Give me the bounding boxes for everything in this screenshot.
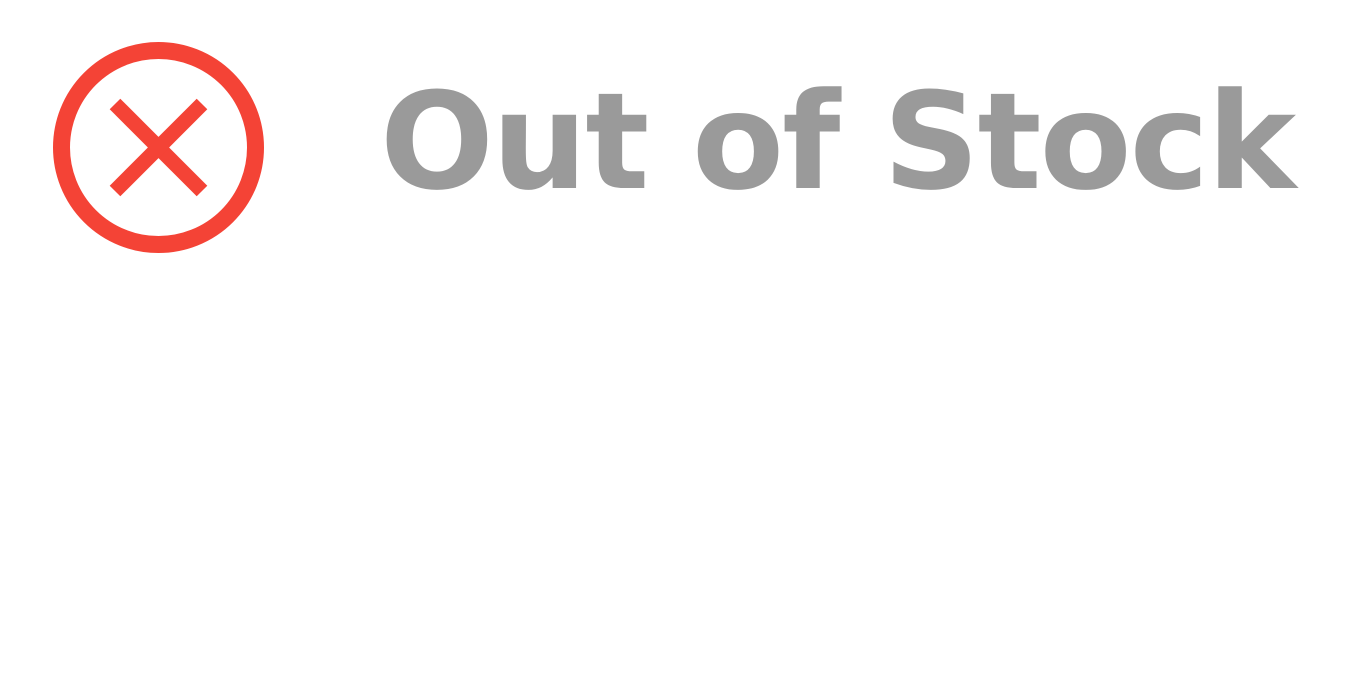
stock-status: Out of Stock bbox=[0, 0, 1349, 260]
x-circle-icon bbox=[53, 42, 264, 253]
stock-status-label: Out of Stock bbox=[380, 64, 1296, 220]
